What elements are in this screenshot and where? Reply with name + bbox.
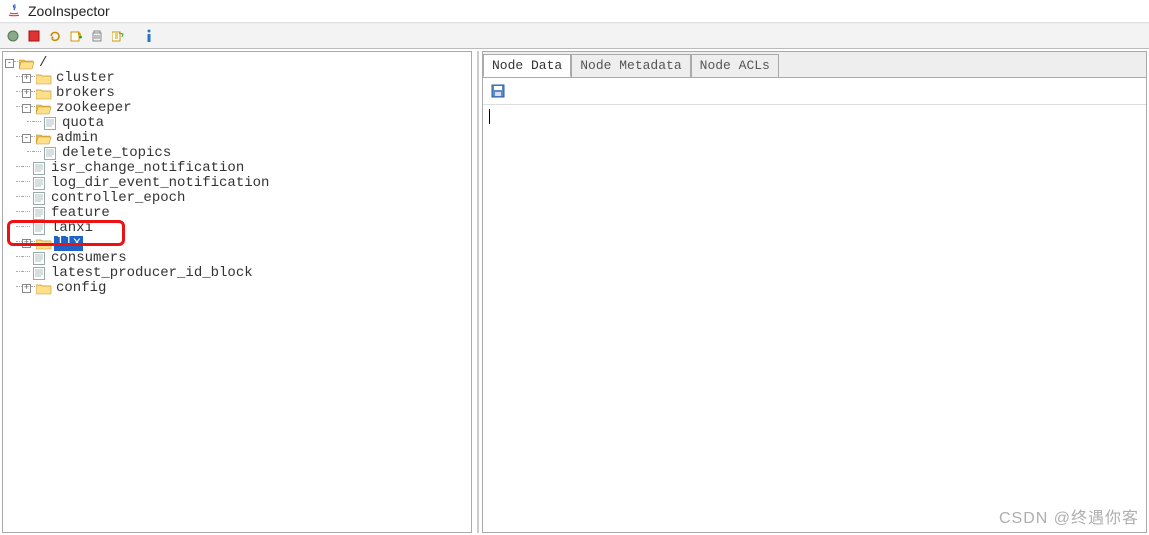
tab-bar: Node DataNode MetadataNode ACLs — [483, 52, 1146, 78]
tree-node[interactable]: - admin — [5, 131, 471, 146]
tree-node[interactable]: isr_change_notification — [5, 161, 471, 176]
tree-node[interactable]: controller_epoch — [5, 191, 471, 206]
collapse-icon[interactable]: - — [22, 104, 31, 113]
expand-icon[interactable]: + — [22, 74, 31, 83]
folder-closed-icon — [36, 87, 52, 101]
tree-node[interactable]: delete_topics — [5, 146, 471, 161]
tab-node-data[interactable]: Node Data — [483, 54, 571, 77]
tree-node[interactable]: + llx — [5, 236, 471, 251]
folder-closed-icon — [36, 282, 52, 296]
delete-icon[interactable] — [88, 27, 106, 45]
node-label: feature — [49, 206, 112, 221]
tree-node[interactable]: + config — [5, 281, 471, 296]
tree-panel[interactable]: -/+cluster+brokers-zookeeperquota-admind… — [2, 51, 472, 533]
node-label: admin — [54, 131, 100, 146]
tree-node[interactable]: quota — [5, 116, 471, 131]
node-label: brokers — [54, 86, 117, 101]
text-caret — [489, 109, 490, 124]
save-icon[interactable] — [489, 82, 507, 100]
node-label: log_dir_event_notification — [49, 176, 271, 191]
tree-node[interactable]: lanxi — [5, 221, 471, 236]
toolbar — [0, 23, 1149, 49]
tree-node[interactable]: - zookeeper — [5, 101, 471, 116]
node-label: consumers — [49, 251, 129, 266]
tree-node[interactable]: + cluster — [5, 71, 471, 86]
disconnect-icon[interactable] — [25, 27, 43, 45]
connect-icon[interactable] — [4, 27, 22, 45]
file-icon — [31, 222, 47, 236]
file-icon — [31, 192, 47, 206]
node-label: quota — [60, 116, 106, 131]
file-icon — [31, 267, 47, 281]
java-icon — [6, 3, 22, 19]
expand-icon[interactable]: + — [22, 284, 31, 293]
folder-open-icon — [36, 102, 52, 116]
splitter[interactable] — [474, 49, 482, 535]
add-node-icon[interactable] — [67, 27, 85, 45]
tree-node[interactable]: latest_producer_id_block — [5, 266, 471, 281]
file-icon — [42, 147, 58, 161]
tree-node[interactable]: + brokers — [5, 86, 471, 101]
node-tree[interactable]: -/+cluster+brokers-zookeeperquota-admind… — [3, 52, 471, 300]
main-area: -/+cluster+brokers-zookeeperquota-admind… — [0, 49, 1149, 535]
node-label: llx — [54, 236, 83, 251]
folder-closed-icon — [36, 72, 52, 86]
title-bar: ZooInspector — [0, 0, 1149, 23]
node-label: controller_epoch — [49, 191, 187, 206]
panel-toolbar — [483, 78, 1146, 105]
collapse-icon[interactable]: - — [5, 59, 14, 68]
node-label: delete_topics — [60, 146, 173, 161]
node-data-content[interactable] — [483, 105, 1146, 532]
refresh-icon[interactable] — [46, 27, 64, 45]
file-icon — [31, 177, 47, 191]
window-title: ZooInspector — [28, 3, 110, 19]
node-label: isr_change_notification — [49, 161, 246, 176]
edit-icon[interactable] — [109, 27, 127, 45]
expand-icon[interactable]: + — [22, 239, 31, 248]
node-label: cluster — [54, 71, 117, 86]
node-label: zookeeper — [54, 101, 134, 116]
node-label: / — [37, 56, 49, 71]
file-icon — [31, 252, 47, 266]
file-icon — [31, 162, 47, 176]
folder-closed-icon — [36, 237, 52, 251]
tree-node[interactable]: -/ — [5, 56, 471, 71]
node-label: lanxi — [49, 221, 95, 236]
tree-node[interactable]: log_dir_event_notification — [5, 176, 471, 191]
info-icon[interactable] — [141, 27, 159, 45]
folder-open-icon — [36, 132, 52, 146]
detail-panel: Node DataNode MetadataNode ACLs — [482, 51, 1147, 533]
tab-node-acls[interactable]: Node ACLs — [691, 54, 779, 77]
tree-node[interactable]: feature — [5, 206, 471, 221]
file-icon — [42, 117, 58, 131]
folder-open-icon — [19, 57, 35, 71]
file-icon — [31, 207, 47, 221]
node-label: latest_producer_id_block — [49, 266, 255, 281]
tree-node[interactable]: consumers — [5, 251, 471, 266]
node-label: config — [54, 281, 108, 296]
expand-icon[interactable]: + — [22, 89, 31, 98]
collapse-icon[interactable]: - — [22, 134, 31, 143]
tab-node-metadata[interactable]: Node Metadata — [571, 54, 690, 77]
